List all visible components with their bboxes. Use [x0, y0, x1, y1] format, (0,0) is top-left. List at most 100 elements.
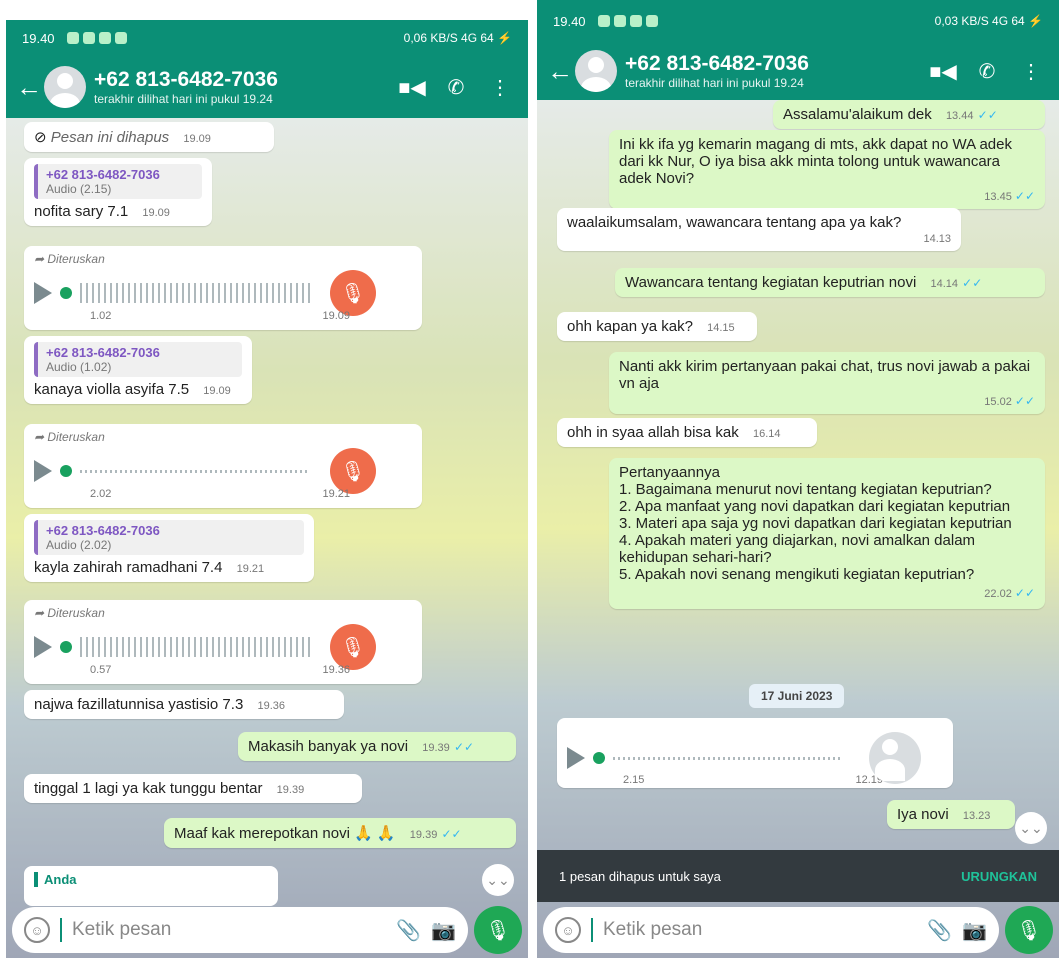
contact-name: +62 813-6482-7036: [94, 68, 278, 91]
read-ticks-icon: ✓✓: [441, 827, 462, 841]
read-ticks-icon: ✓✓: [1014, 394, 1035, 408]
message-bubble[interactable]: Wawancara tentang kegiatan keputrian nov…: [615, 268, 1045, 297]
forwarded-label: ➦ Diteruskan: [34, 252, 105, 266]
message-bubble[interactable]: Makasih banyak ya novi 19.39 ✓✓: [238, 732, 516, 761]
message-text: ohh kapan ya kak?: [567, 318, 693, 335]
message-text: Iya novi: [897, 806, 949, 823]
status-bar: 19.40 0,03 KB/S 4G 64 ⚡: [537, 0, 1059, 42]
scroll-down-icon[interactable]: ⌄⌄: [482, 864, 514, 896]
message-bubble[interactable]: Nanti akk kirim pertanyaan pakai chat, t…: [609, 352, 1045, 414]
seek-handle[interactable]: [60, 465, 72, 477]
message-time: 19.39: [422, 742, 450, 754]
back-arrow-icon[interactable]: ←: [16, 72, 42, 103]
avatar[interactable]: [44, 66, 86, 108]
quoted-audio[interactable]: +62 813-6482-7036 Audio (2.02): [34, 520, 304, 555]
quoted-audio[interactable]: +62 813-6482-7036 Audio (1.02): [34, 342, 242, 377]
message-time: 13.45: [984, 191, 1012, 203]
play-icon[interactable]: [34, 636, 52, 658]
message-bubble[interactable]: +62 813-6482-7036 Audio (2.02) kayla zah…: [24, 514, 314, 582]
contact-info[interactable]: +62 813-6482-7036 terakhir dilihat hari …: [625, 52, 917, 90]
emoji-icon[interactable]: ☺: [555, 917, 581, 943]
video-call-icon[interactable]: ■◀: [394, 75, 430, 100]
message-bubble[interactable]: tinggal 1 lagi ya kak tunggu bentar 19.3…: [24, 774, 362, 803]
message-time: 13.44: [945, 110, 974, 122]
status-time: 19.40: [22, 30, 55, 46]
voice-record-button[interactable]: 🎙: [1005, 906, 1053, 954]
snackbar-text: 1 pesan dihapus untuk saya: [559, 868, 721, 884]
message-bubble[interactable]: +62 813-6482-7036 Audio (1.02) kanaya vi…: [24, 336, 252, 404]
message-time: 19.39: [409, 829, 438, 841]
message-bubble[interactable]: +62 813-6482-7036 Audio (2.15) nofita sa…: [24, 158, 212, 226]
quote-subtitle: Audio (2.02): [46, 538, 112, 552]
status-right: 0,06 KB/S 4G 64 ⚡: [403, 31, 512, 45]
emoji-icon[interactable]: ☺: [24, 917, 50, 943]
contact-name: +62 813-6482-7036: [625, 52, 809, 75]
deleted-message[interactable]: ⊘ Pesan ini dihapus 19.09: [24, 122, 274, 152]
message-text: Makasih banyak ya novi: [248, 738, 409, 755]
quoted-audio[interactable]: +62 813-6482-7036 Audio (2.15): [34, 164, 202, 199]
scroll-down-icon[interactable]: ⌄⌄: [1015, 812, 1047, 844]
waveform[interactable]: [80, 283, 310, 303]
message-text: Nanti akk kirim pertanyaan pakai chat, t…: [619, 358, 1031, 392]
message-time: 19.09: [142, 207, 170, 219]
message-bubble[interactable]: Maaf kak merepotkan novi 🙏 🙏 19.39 ✓✓: [164, 818, 516, 848]
waveform[interactable]: [613, 756, 843, 760]
message-input[interactable]: ☺ Ketik pesan 📎 📷: [543, 907, 999, 953]
more-options-icon[interactable]: ⋮: [1013, 59, 1049, 84]
message-bubble[interactable]: Iya novi 13.23: [887, 800, 1015, 829]
contact-info[interactable]: +62 813-6482-7036 terakhir dilihat hari …: [94, 68, 386, 106]
input-placeholder: Ketik pesan: [72, 919, 172, 940]
message-bubble[interactable]: ohh in syaa allah bisa kak 16.14: [557, 418, 817, 447]
message-text: Ini kk ifa yg kemarin magang di mts, akk…: [619, 136, 1012, 187]
message-bubble[interactable]: Ini kk ifa yg kemarin magang di mts, akk…: [609, 130, 1045, 209]
play-icon[interactable]: [567, 747, 585, 769]
camera-icon[interactable]: 📷: [962, 918, 987, 943]
message-bubble[interactable]: Assalamu'alaikum dek 13.44 ✓✓: [773, 100, 1045, 129]
message-time: 13.23: [962, 810, 991, 822]
attach-icon[interactable]: 📎: [927, 918, 952, 943]
seek-handle[interactable]: [60, 287, 72, 299]
avatar[interactable]: [575, 50, 617, 92]
voice-message[interactable]: ➦ Diteruskan 🎙 1.02 19.09: [24, 246, 422, 330]
chat-area: ⊘ Pesan ini dihapus 19.09 +62 813-6482-7…: [6, 118, 528, 958]
waveform[interactable]: [80, 637, 310, 657]
voice-message[interactable]: ➦ Diteruskan 🎙 2.02 19.21: [24, 424, 422, 508]
play-icon[interactable]: [34, 460, 52, 482]
phone-call-icon[interactable]: ✆: [438, 75, 474, 100]
seek-handle[interactable]: [593, 752, 605, 764]
waveform[interactable]: [80, 469, 310, 473]
message-input[interactable]: ☺ Ketik pesan 📎 📷: [12, 907, 468, 953]
attach-icon[interactable]: 📎: [396, 918, 421, 943]
message-text: ohh in syaa allah bisa kak: [567, 424, 739, 441]
seek-handle[interactable]: [60, 641, 72, 653]
message-text: waalaikumsalam, wawancara tentang apa ya…: [567, 214, 902, 231]
message-bubble[interactable]: najwa fazillatunnisa yastisio 7.3 19.36: [24, 690, 344, 719]
last-seen-status: terakhir dilihat hari ini pukul 19.24: [94, 92, 273, 106]
message-text: nofita sary 7.1: [34, 203, 129, 220]
message-time: 22.02: [984, 588, 1012, 600]
voice-record-button[interactable]: 🎙: [474, 906, 522, 954]
message-time: 19.21: [236, 563, 265, 575]
reply-preview[interactable]: Anda: [24, 866, 278, 906]
message-bubble[interactable]: ohh kapan ya kak? 14.15: [557, 312, 757, 341]
question-message[interactable]: Pertanyaannya 1. Bagaimana menurut novi …: [609, 458, 1045, 609]
status-bar: 19.40 0,06 KB/S 4G 64 ⚡: [6, 20, 528, 56]
phone-call-icon[interactable]: ✆: [969, 59, 1005, 84]
composer: ☺ Ketik pesan 📎 📷 🎙: [537, 902, 1059, 958]
undo-button[interactable]: URUNGKAN: [961, 869, 1037, 884]
voice-message[interactable]: 2.15 12.19: [557, 718, 953, 788]
message-text: Wawancara tentang kegiatan keputrian nov…: [625, 274, 917, 291]
video-call-icon[interactable]: ■◀: [925, 59, 961, 84]
camera-icon[interactable]: 📷: [431, 918, 456, 943]
reply-sender: Anda: [34, 872, 268, 887]
message-time-wrap: 22.02 ✓✓: [629, 585, 1035, 603]
message-time: 16.14: [752, 428, 781, 440]
play-icon[interactable]: [34, 282, 52, 304]
message-bubble[interactable]: waalaikumsalam, wawancara tentang apa ya…: [557, 208, 961, 251]
read-ticks-icon: ✓✓: [977, 108, 998, 122]
back-arrow-icon[interactable]: ←: [547, 56, 573, 87]
message-time-wrap: 15.02 ✓✓: [629, 394, 1035, 408]
voice-message[interactable]: ➦ Diteruskan 🎙 0.57 19.36: [24, 600, 422, 684]
more-options-icon[interactable]: ⋮: [482, 75, 518, 100]
quote-sender: +62 813-6482-7036: [46, 167, 160, 182]
